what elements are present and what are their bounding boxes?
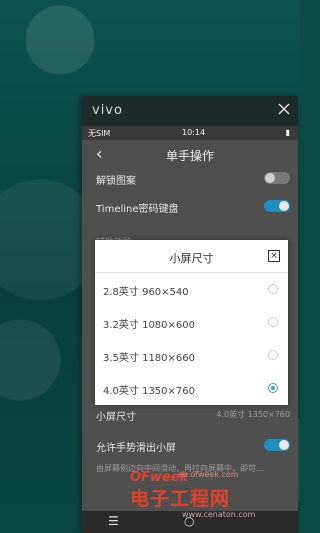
clock: 10:14: [182, 128, 206, 137]
option-label: 2.8英寸 960×540: [103, 287, 189, 298]
page-title: 单手操作: [165, 149, 214, 163]
radio-button[interactable]: [268, 317, 278, 327]
radio-button-selected[interactable]: [268, 383, 278, 393]
setting-label: 小屏尺寸: [96, 412, 136, 423]
setting-allow-swipe[interactable]: 允许手势滑出小屏: [82, 439, 298, 457]
screen-size-value: 4.0英寸 1350×760: [216, 410, 290, 419]
watermark: OFweek ee.ofweek.com 电子工程网 www.cenaton.c…: [130, 470, 300, 533]
dialog-title: 小屏尺寸: [169, 252, 214, 265]
screen-size-dialog: 小屏尺寸 × 2.8英寸 960×540 3.2英寸 1080×600 3.5英…: [95, 240, 288, 405]
dialog-close-icon[interactable]: ×: [268, 250, 280, 262]
setting-unlock-pattern[interactable]: 解锁图案: [82, 170, 298, 190]
size-option[interactable]: 2.8英寸 960×540: [95, 273, 288, 305]
vivo-logo: vivo: [92, 103, 123, 118]
close-icon[interactable]: [276, 101, 292, 117]
option-label: 3.5英寸 1180×660: [103, 353, 195, 364]
allow-swipe-toggle[interactable]: [264, 439, 290, 451]
timeline-keyboard-toggle[interactable]: [264, 200, 290, 212]
setting-timeline-keyboard[interactable]: Timeline密码键盘: [82, 196, 298, 216]
radio-button[interactable]: [268, 284, 278, 294]
status-bar: 无SIM 10:14 ▮: [82, 126, 298, 140]
size-option[interactable]: 3.5英寸 1180×660: [95, 339, 288, 371]
radio-button[interactable]: [268, 350, 278, 360]
vivo-title-bar: vivo: [82, 96, 298, 126]
size-option[interactable]: 3.2英寸 1080×600: [95, 306, 288, 338]
setting-label: 允许手势滑出小屏: [96, 443, 176, 454]
option-label: 4.0英寸 1350×760: [103, 386, 195, 397]
setting-label: 解锁图案: [96, 176, 136, 187]
watermark-text: 电子工程网: [130, 488, 231, 510]
unlock-pattern-toggle[interactable]: [264, 172, 290, 184]
app-bar: ‹ 单手操作: [82, 140, 298, 168]
battery-icon: ▮: [285, 128, 290, 137]
option-label: 3.2英寸 1080×600: [103, 320, 195, 331]
watermark-site-2: www.cenaton.com: [182, 510, 256, 519]
menu-icon[interactable]: ☰: [108, 514, 119, 528]
carrier-text: 无SIM: [88, 129, 111, 138]
watermark-site: ee.ofweek.com: [178, 470, 239, 479]
setting-screen-size[interactable]: 小屏尺寸 4.0英寸 1350×760: [82, 408, 298, 426]
size-option[interactable]: 4.0英寸 1350×760: [95, 372, 288, 404]
setting-label: Timeline密码键盘: [96, 204, 179, 215]
